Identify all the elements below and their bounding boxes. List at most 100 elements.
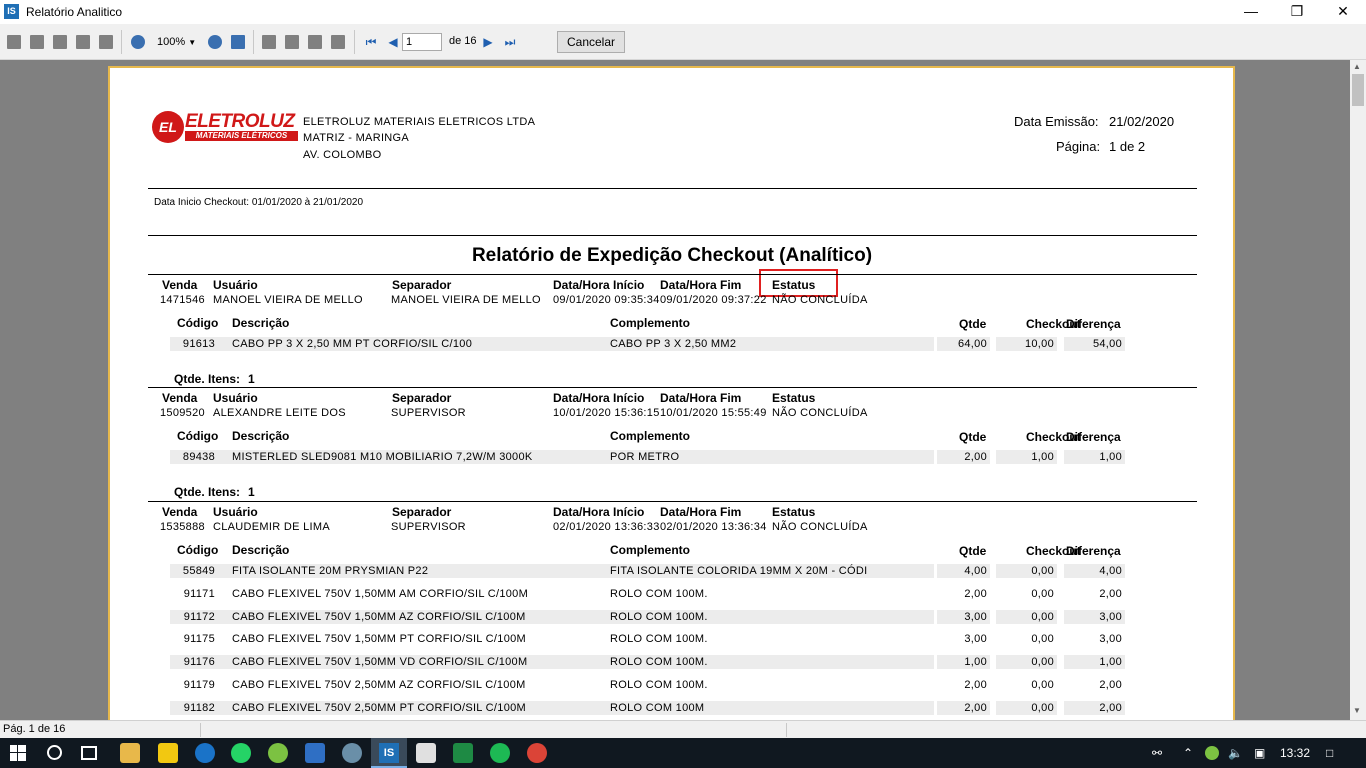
report-title: Relatório de Expedição Checkout (Analíti…	[471, 245, 873, 266]
item-descricao: CABO FLEXIVEL 750V 1,50MM PT CORFIO/SIL …	[232, 633, 526, 646]
zoom-out-icon[interactable]	[205, 31, 225, 53]
people-icon[interactable]: ⚯	[1152, 746, 1162, 760]
order-separador: SUPERVISOR	[391, 407, 466, 419]
is-app-icon: IS	[379, 743, 399, 763]
zoom-select[interactable]: 100% ▼	[152, 33, 202, 51]
search-icon[interactable]	[47, 745, 62, 760]
page-total: de 16	[449, 35, 477, 47]
item-complemento: ROLO COM 100M	[610, 701, 705, 714]
windows-start-icon[interactable]	[10, 745, 26, 761]
excel-icon[interactable]	[453, 743, 473, 763]
single-page-icon[interactable]	[259, 31, 279, 53]
divider	[148, 235, 1197, 236]
header-inicio: Data/Hora Início	[553, 391, 645, 405]
item-descricao: CABO PP 3 X 2,50 MM PT CORFIO/SIL C/100	[232, 338, 473, 350]
chrome-icon[interactable]	[527, 743, 547, 763]
order-estatus: NÃO CONCLUÍDA	[772, 521, 868, 533]
emission-date: 21/02/2020	[1109, 114, 1175, 129]
first-page-icon[interactable]: ⏮	[362, 33, 380, 51]
header-fim: Data/Hora Fim	[660, 278, 742, 292]
next-page-icon[interactable]: ▶	[479, 33, 497, 51]
item-descricao: CABO FLEXIVEL 750V 1,50MM AZ CORFIO/SIL …	[232, 610, 526, 623]
file-explorer-icon[interactable]	[120, 743, 140, 763]
teamviewer-icon[interactable]	[195, 743, 215, 763]
divider	[148, 188, 1197, 189]
print-icon[interactable]	[4, 31, 24, 53]
item-checkout: 0,00	[1031, 610, 1054, 623]
item-diferenca: 1,00	[1099, 656, 1122, 669]
order-inicio: 02/01/2020 13:36:33	[553, 521, 660, 533]
item-qtde: 4,00	[964, 565, 987, 577]
sticky-app-icon[interactable]	[158, 743, 178, 763]
network-app-icon[interactable]	[1205, 746, 1219, 760]
company-address: AV. COLOMBO	[303, 149, 382, 161]
open-icon[interactable]	[27, 31, 47, 53]
minimize-button[interactable]: —	[1228, 0, 1274, 24]
emission-label: Data Emissão:	[1014, 114, 1099, 129]
app-icon-7[interactable]	[342, 743, 362, 763]
header-inicio: Data/Hora Início	[553, 505, 645, 519]
item-codigo: 91171	[183, 587, 215, 600]
window-title: Relatório Analitico	[26, 5, 123, 19]
pdf-icon[interactable]	[73, 31, 93, 53]
notifications-icon[interactable]: □	[1326, 746, 1333, 760]
last-page-icon[interactable]: ⏭	[501, 33, 519, 51]
page-label: Página:	[1056, 139, 1101, 154]
order-fim: 02/01/2020 13:36:34	[660, 521, 767, 533]
item-qtde: 3,00	[964, 633, 987, 646]
spotify-icon[interactable]	[490, 743, 510, 763]
outlook-icon[interactable]	[305, 743, 325, 763]
app-icon: IS	[4, 4, 19, 19]
page-number-input[interactable]	[402, 33, 442, 51]
taskbar-report-app[interactable]: IS	[371, 738, 407, 768]
previous-page-icon[interactable]: ◀	[384, 33, 402, 51]
item-diferenca: 2,00	[1099, 679, 1122, 691]
item-diferenca: 3,00	[1099, 633, 1122, 646]
item-checkout: 0,00	[1031, 679, 1054, 691]
taskbar: IS ⚯ ⌃ 🔈 ▣ 13:32 □	[0, 738, 1366, 768]
header-usuario: Usuário	[213, 278, 258, 292]
item-descricao: FITA ISOLANTE 20M PRYSMIAN P22	[232, 565, 429, 577]
notepad-icon[interactable]	[416, 743, 436, 763]
chevron-down-icon: ▼	[188, 38, 197, 47]
item-descricao: MISTERLED SLED9081 M10 MOBILIARIO 7,2W/M…	[232, 451, 533, 463]
fit-page-icon[interactable]	[228, 31, 248, 53]
order-inicio: 09/01/2020 09:35:34	[553, 294, 660, 306]
item-qtde: 1,00	[964, 656, 987, 669]
maximize-button[interactable]: ❐	[1274, 0, 1320, 24]
edit-page-icon[interactable]	[328, 31, 348, 53]
chevron-up-icon[interactable]: ⌃	[1183, 746, 1193, 760]
item-complemento: ROLO COM 100M.	[610, 587, 708, 600]
scrollbar-thumb[interactable]	[1352, 74, 1364, 106]
clock[interactable]: 13:32	[1280, 746, 1310, 760]
zoom-in-icon[interactable]	[128, 31, 148, 53]
find-icon[interactable]	[96, 31, 116, 53]
vertical-scrollbar[interactable]: ▲ ▼	[1350, 60, 1366, 720]
company-logo: EL ELETROLUZ MATERIAIS ELÉTRICOS	[152, 111, 298, 143]
item-checkout: 0,00	[1031, 656, 1054, 669]
two-pages-icon[interactable]	[282, 31, 302, 53]
company-name: ELETROLUZ MATERIAIS ELETRICOS LTDA	[303, 116, 536, 128]
header-qtde: Qtde	[959, 317, 987, 331]
volume-icon[interactable]: 🔈	[1228, 746, 1243, 760]
close-button[interactable]: ✕	[1320, 0, 1366, 24]
chat-app-icon[interactable]	[268, 743, 288, 763]
header-separador: Separador	[392, 505, 452, 519]
save-icon[interactable]	[50, 31, 70, 53]
page-setup-icon[interactable]	[305, 31, 325, 53]
network-icon[interactable]: ▣	[1254, 746, 1265, 760]
header-codigo: Código	[177, 429, 219, 443]
report-viewer[interactable]: EL ELETROLUZ MATERIAIS ELÉTRICOS ELETROL…	[0, 60, 1350, 720]
qtde-itens-label: Qtde. Itens:	[174, 372, 241, 386]
item-codigo: 55849	[182, 565, 215, 577]
header-complemento: Complemento	[610, 543, 691, 557]
item-diferenca: 2,00	[1099, 701, 1122, 714]
item-codigo: 91176	[183, 656, 215, 669]
task-view-icon[interactable]	[81, 746, 97, 760]
cancel-button[interactable]: Cancelar	[557, 31, 625, 53]
item-codigo: 91613	[182, 338, 215, 350]
whatsapp-icon[interactable]	[231, 743, 251, 763]
header-fim: Data/Hora Fim	[660, 505, 742, 519]
header-separador: Separador	[392, 278, 452, 292]
item-qtde: 2,00	[964, 679, 987, 691]
